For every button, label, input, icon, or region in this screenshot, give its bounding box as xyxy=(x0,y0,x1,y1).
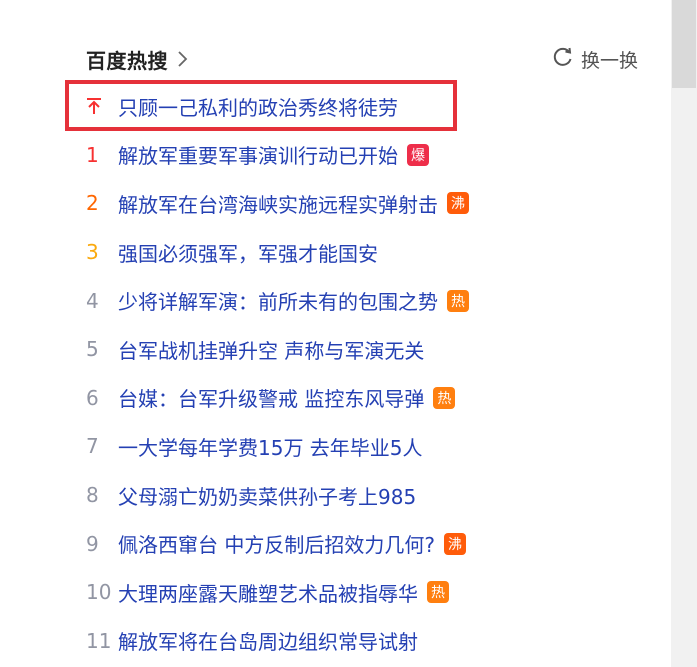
list-rank: 10 xyxy=(86,580,112,605)
list-item-title: 台媒：台军升级警戒 监控东风导弹 xyxy=(118,387,425,412)
list-item[interactable]: 5 台军战机挂弹升空 声称与军演无关 xyxy=(86,325,646,374)
list-item-title: 佩洛西窜台 中方反制后招效力几何? xyxy=(118,533,435,558)
hot-badge: 爆 xyxy=(407,143,429,166)
list-item-title: 父母溺亡奶奶卖菜供孙子考上985 xyxy=(118,484,417,509)
hot-search-list: 只顾一己私利的政治秀终将徒劳 1 解放军重要军事演训行动已开始 爆 2 解放军在… xyxy=(86,82,646,665)
refresh-icon xyxy=(552,46,574,72)
list-item-title: 解放军将在台岛周边组织常导试射 xyxy=(118,630,418,655)
list-rank: 3 xyxy=(86,240,99,265)
list-item[interactable]: 4 少将详解军演：前所未有的包围之势 热 xyxy=(86,276,646,325)
list-item[interactable]: 6 台媒：台军升级警戒 监控东风导弹 热 xyxy=(86,374,646,423)
hot-search-title-link[interactable]: 百度热搜 xyxy=(86,42,188,76)
pin-top-icon xyxy=(87,98,101,115)
refresh-label: 换一换 xyxy=(580,49,638,72)
hot-badge: 沸 xyxy=(447,192,469,215)
hot-badge: 沸 xyxy=(443,532,466,555)
chevron-right-icon xyxy=(176,50,188,68)
list-item[interactable]: 2 解放军在台湾海峡实施远程实弹射击 沸 xyxy=(86,179,646,228)
scrollbar-thumb[interactable] xyxy=(672,0,696,88)
panel-header: 百度热搜 换一换 xyxy=(86,42,638,76)
list-item-title: 只顾一己私利的政治秀终将徒劳 xyxy=(118,95,398,120)
list-item[interactable]: 只顾一己私利的政治秀终将徒劳 xyxy=(86,82,646,131)
list-item[interactable]: 3 强国必须强军，军强才能国安 xyxy=(86,228,646,277)
list-rank: 6 xyxy=(86,385,99,410)
list-item[interactable]: 9 佩洛西窜台 中方反制后招效力几何? 沸 xyxy=(86,519,646,568)
list-rank: 7 xyxy=(86,434,99,459)
list-item[interactable]: 1 解放军重要军事演训行动已开始 爆 xyxy=(86,131,646,180)
list-rank: 9 xyxy=(86,531,99,556)
panel-title: 百度热搜 xyxy=(86,48,168,73)
list-item-title: 解放军重要军事演训行动已开始 xyxy=(118,144,398,169)
list-item-title: 一大学每年学费15万 去年毕业5人 xyxy=(118,435,423,460)
list-rank: 8 xyxy=(86,483,99,508)
list-rank xyxy=(86,97,118,115)
list-item-title: 强国必须强军，军强才能国安 xyxy=(118,241,378,266)
list-rank: 4 xyxy=(86,288,99,313)
list-rank: 5 xyxy=(86,337,99,362)
vertical-scrollbar[interactable] xyxy=(671,0,697,667)
list-item[interactable]: 7 一大学每年学费15万 去年毕业5人 xyxy=(86,422,646,471)
hot-badge: 热 xyxy=(447,289,469,312)
list-item-title: 台军战机挂弹升空 声称与军演无关 xyxy=(118,338,425,363)
list-item[interactable]: 11 解放军将在台岛周边组织常导试射 xyxy=(86,617,646,666)
list-rank: 1 xyxy=(86,142,99,167)
list-rank: 2 xyxy=(86,191,99,216)
list-item[interactable]: 10 大理两座露天雕塑艺术品被指辱华 热 xyxy=(86,568,646,617)
refresh-button[interactable]: 换一换 xyxy=(552,42,638,76)
list-item-title: 解放军在台湾海峡实施远程实弹射击 xyxy=(118,192,438,217)
list-rank: 11 xyxy=(86,628,112,653)
hot-search-panel: 百度热搜 换一换 只顾一己私利的政治秀终将徒劳 1 解放军重要军事演训行动已开始… xyxy=(0,0,697,667)
list-item-title: 大理两座露天雕塑艺术品被指辱华 xyxy=(118,581,418,606)
list-item[interactable]: 8 父母溺亡奶奶卖菜供孙子考上985 xyxy=(86,471,646,520)
hot-badge: 热 xyxy=(427,581,449,604)
hot-badge: 热 xyxy=(433,386,456,409)
list-item-title: 少将详解军演：前所未有的包围之势 xyxy=(118,290,438,315)
